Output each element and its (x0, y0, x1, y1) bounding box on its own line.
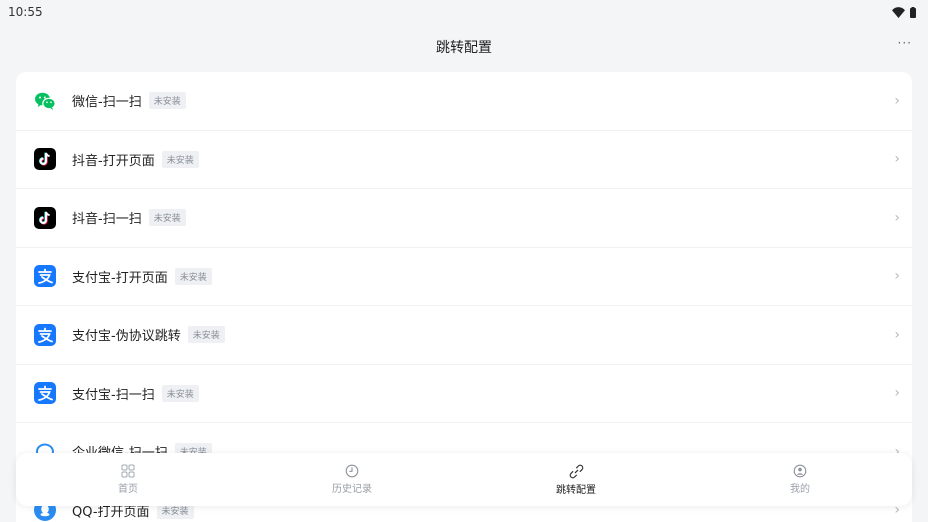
item-label: 抖音-打开页面 (72, 153, 155, 169)
status-badge: 未安装 (148, 209, 186, 227)
item-label: 支付宝-伪协议跳转 (72, 329, 181, 345)
alipay-icon (34, 382, 56, 405)
wechat-icon (32, 87, 58, 114)
chevron-right-icon: › (894, 326, 900, 343)
chevron-right-icon: › (894, 92, 900, 109)
link-icon (569, 464, 583, 478)
bottom-tab-bar: 首页 历史记录 跳转配置 我的 (16, 453, 912, 506)
wifi-icon (892, 6, 905, 18)
status-badge: 未安装 (161, 384, 199, 402)
list-item-wechat-scan[interactable]: 微信-扫一扫 未安装 › (16, 72, 912, 131)
status-time: 10:55 (8, 5, 43, 19)
tab-history[interactable]: 历史记录 (240, 453, 464, 506)
status-badge: 未安装 (174, 267, 212, 285)
list-item-douyin-open-page[interactable]: 抖音-打开页面 未安装 › (16, 131, 912, 189)
user-icon (793, 464, 807, 478)
item-label: 支付宝-扫一扫 (72, 387, 155, 403)
tab-label: 跳转配置 (556, 484, 596, 496)
chevron-right-icon: › (894, 385, 900, 402)
battery-icon (910, 6, 916, 18)
alipay-icon (34, 323, 56, 346)
tab-mine[interactable]: 我的 (688, 453, 912, 506)
list-item-alipay-scan[interactable]: 支付宝-扫一扫 未安装 › (16, 365, 912, 423)
tab-home[interactable]: 首页 (16, 453, 240, 506)
status-badge: 未安装 (161, 150, 199, 168)
status-badge: 未安装 (187, 326, 225, 344)
chevron-right-icon: › (894, 268, 900, 285)
tab-jump-config[interactable]: 跳转配置 (464, 453, 688, 506)
status-badge: 未安装 (148, 92, 186, 110)
tiktok-icon (34, 148, 56, 171)
status-icons (892, 6, 916, 18)
tab-label: 历史记录 (332, 484, 372, 495)
list-item-alipay-open-page[interactable]: 支付宝-打开页面 未安装 › (16, 248, 912, 306)
more-button[interactable]: ··· (898, 36, 912, 50)
alipay-icon (34, 265, 56, 288)
list-item-alipay-pseudo-protocol[interactable]: 支付宝-伪协议跳转 未安装 › (16, 306, 912, 365)
chevron-right-icon: › (894, 209, 900, 226)
item-label: 支付宝-打开页面 (72, 270, 168, 286)
home-grid-icon (121, 464, 135, 478)
page-title: 跳转配置 (436, 40, 492, 56)
clock-icon (345, 464, 359, 478)
tiktok-icon (34, 206, 56, 229)
item-label: 微信-扫一扫 (72, 95, 142, 111)
title-bar: 跳转配置 ··· (0, 28, 928, 66)
list-item-douyin-scan[interactable]: 抖音-扫一扫 未安装 › (16, 189, 912, 248)
chevron-right-icon: › (894, 151, 900, 168)
tab-label: 首页 (118, 484, 138, 495)
item-label: 抖音-扫一扫 (72, 212, 142, 228)
tab-label: 我的 (790, 484, 810, 495)
status-bar: 10:55 (0, 0, 928, 24)
